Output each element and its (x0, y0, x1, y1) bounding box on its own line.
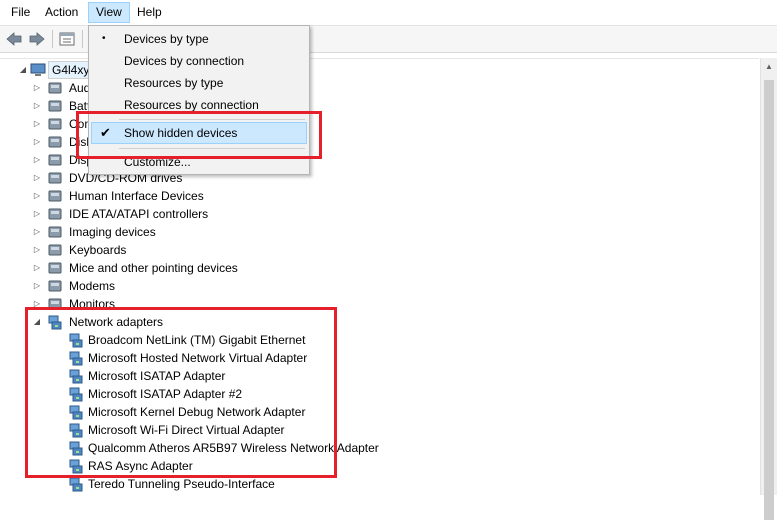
expand-arrow-icon[interactable]: ▷ (32, 169, 42, 187)
highlight-box-network-adapters (25, 307, 337, 478)
expand-arrow-icon[interactable]: ▷ (32, 133, 42, 151)
expand-arrow-icon[interactable]: ▷ (32, 223, 42, 241)
expand-arrow-icon[interactable]: ▷ (32, 97, 42, 115)
expand-arrow-icon[interactable]: ▷ (32, 241, 42, 259)
expand-arrow-icon[interactable]: ▷ (32, 79, 42, 97)
tree-category-label: Mice and other pointing devices (69, 261, 238, 275)
expand-arrow-icon[interactable]: ▷ (32, 205, 42, 223)
tree-category-label: IDE ATA/ATAPI controllers (69, 207, 209, 221)
radio-bullet-icon: • (102, 33, 106, 44)
properties-icon[interactable] (58, 30, 76, 48)
menu-action[interactable]: Action (38, 2, 85, 23)
tree-root-label: G4l4xy (48, 61, 94, 79)
device-category-icon (47, 170, 63, 186)
expand-arrow-icon[interactable]: ▷ (32, 277, 42, 295)
device-category-icon (47, 80, 63, 96)
menu-view[interactable]: View (88, 2, 130, 23)
expand-arrow-icon[interactable]: ▷ (32, 187, 42, 205)
device-category-icon (47, 278, 63, 294)
tree-category-item[interactable]: ▷ Keyboards (32, 241, 432, 259)
tree-category-item[interactable]: ▷ Modems (32, 277, 432, 295)
tree-category-item[interactable]: ▷ Imaging devices (32, 223, 432, 241)
device-category-icon (47, 116, 63, 132)
computer-icon (30, 62, 46, 78)
forward-arrow-icon[interactable] (28, 30, 46, 48)
tree-category-item[interactable]: ▷ Human Interface Devices (32, 187, 432, 205)
vertical-scrollbar[interactable]: ▲ (760, 58, 777, 520)
expand-arrow-icon[interactable]: ▷ (32, 259, 42, 277)
device-category-icon (47, 206, 63, 222)
tree-category-label: Human Interface Devices (69, 189, 204, 203)
toolbar-separator (82, 30, 83, 48)
menu-item-resources-by-type[interactable]: Resources by type (91, 72, 307, 94)
scroll-up-arrow-icon[interactable]: ▲ (764, 62, 774, 72)
expand-arrow-icon[interactable]: ▷ (32, 151, 42, 169)
device-category-icon (47, 224, 63, 240)
device-category-icon (47, 98, 63, 114)
device-category-icon (47, 242, 63, 258)
device-category-icon (47, 188, 63, 204)
network-adapter-icon (68, 476, 84, 492)
tree-category-label: Modems (69, 279, 116, 293)
device-category-icon (47, 134, 63, 150)
menu-file[interactable]: File (4, 2, 37, 23)
tree-category-label: Imaging devices (69, 225, 156, 239)
menu-help[interactable]: Help (130, 2, 169, 23)
toolbar-separator (52, 30, 53, 48)
expand-arrow-icon[interactable]: ▷ (32, 115, 42, 133)
device-category-icon (47, 260, 63, 276)
menu-item-devices-by-type[interactable]: • Devices by type (91, 28, 307, 50)
collapse-arrow-icon[interactable]: ◢ (18, 61, 28, 79)
menubar: File Action View Help (0, 0, 777, 26)
tree-category-label: Keyboards (69, 243, 127, 257)
tree-category-item[interactable]: ▷ Mice and other pointing devices (32, 259, 432, 277)
scrollbar-thumb[interactable] (764, 80, 774, 520)
menu-item-devices-by-connection[interactable]: Devices by connection (91, 50, 307, 72)
device-category-icon (47, 152, 63, 168)
back-arrow-icon[interactable] (5, 30, 23, 48)
highlight-box-show-hidden (76, 111, 322, 159)
tree-category-item[interactable]: ▷ IDE ATA/ATAPI controllers (32, 205, 432, 223)
